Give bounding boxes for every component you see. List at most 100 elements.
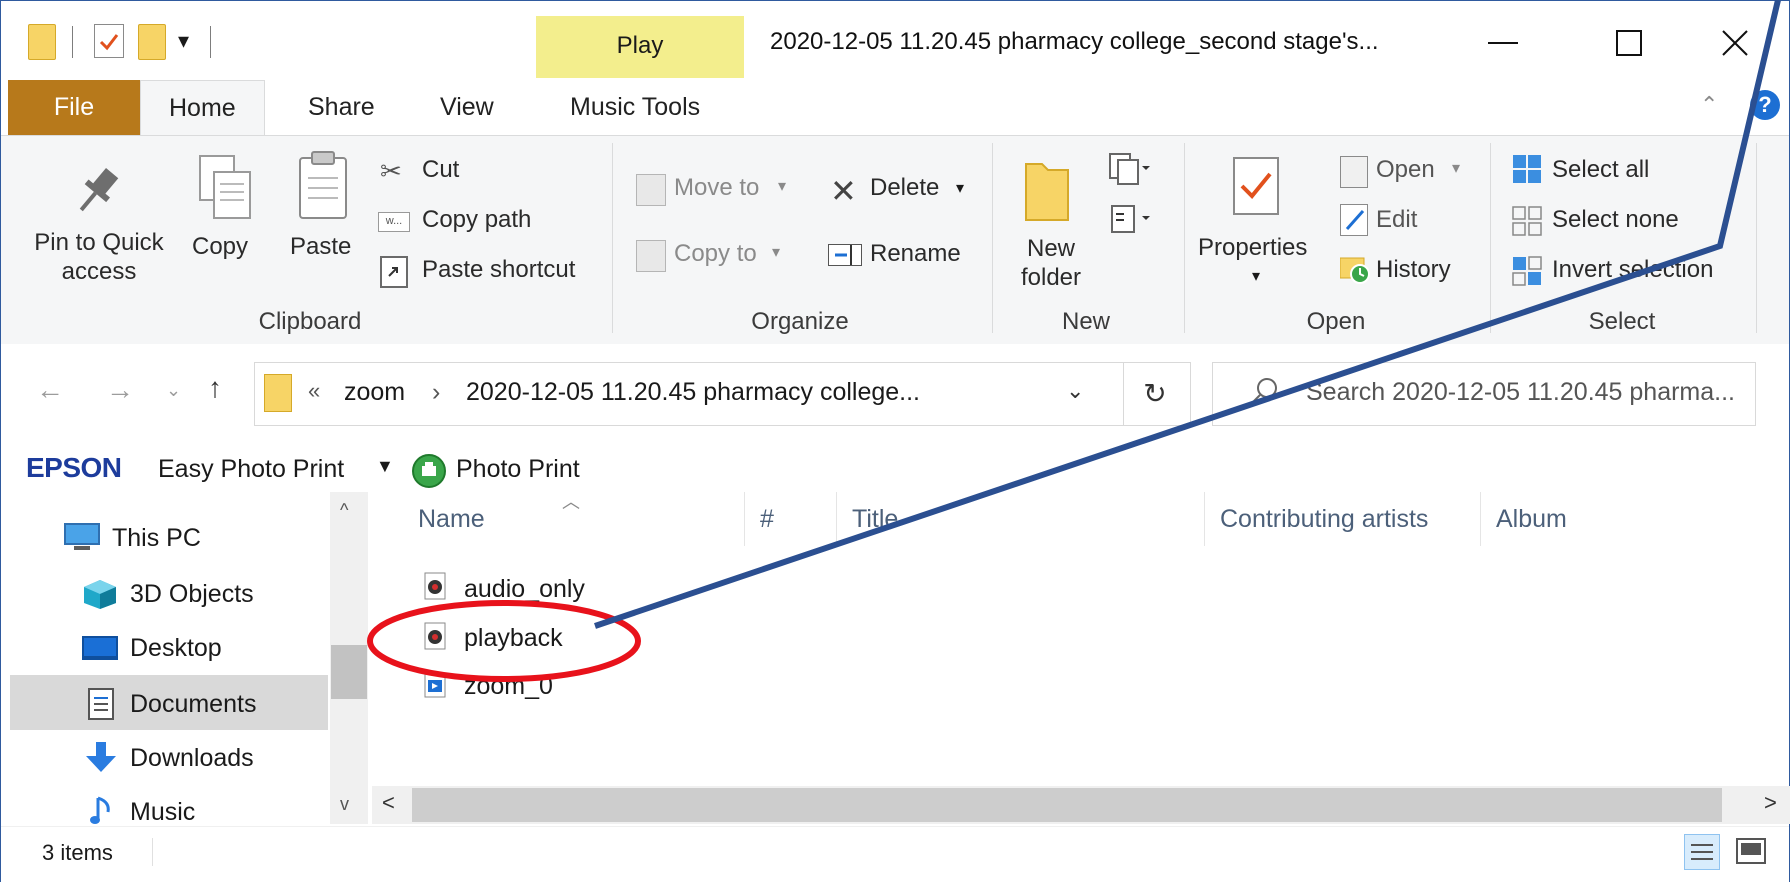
- up-icon[interactable]: ↑: [208, 372, 222, 404]
- music-icon: [90, 794, 114, 826]
- sort-ascending-icon: ︿: [562, 492, 580, 512]
- file-audio-only[interactable]: audio_only: [464, 575, 585, 604]
- open-button[interactable]: Open: [1376, 156, 1435, 184]
- copy-to-dropdown-icon[interactable]: ▾: [772, 242, 780, 262]
- nav-item-downloads[interactable]: Downloads: [130, 744, 254, 773]
- select-none-icon: [1512, 206, 1542, 236]
- select-none-button[interactable]: Select none: [1552, 206, 1679, 234]
- copy-path-icon: w...: [378, 212, 410, 232]
- delete-dropdown-icon[interactable]: ▾: [956, 178, 964, 198]
- column-header-title[interactable]: Title: [852, 505, 898, 534]
- invert-selection-icon: [1512, 256, 1542, 286]
- rename-icon: [828, 243, 862, 267]
- back-icon[interactable]: ←: [36, 374, 64, 406]
- refresh-icon[interactable]: ↻: [1120, 362, 1191, 426]
- scroll-up-icon[interactable]: ^: [340, 500, 348, 521]
- qat-customize-icon[interactable]: ▾: [178, 28, 189, 54]
- delete-button[interactable]: Delete: [870, 174, 939, 202]
- qat-separator: [72, 26, 73, 58]
- audio-file-icon: [424, 622, 446, 650]
- move-to-button[interactable]: Move to: [674, 174, 759, 202]
- paste-icon: [296, 150, 350, 222]
- column-header-album[interactable]: Album: [1496, 505, 1567, 534]
- copy-button[interactable]: Copy: [192, 233, 248, 261]
- scroll-left-icon[interactable]: <: [382, 790, 395, 816]
- column-header-number[interactable]: #: [760, 505, 774, 534]
- organize-group-label: Organize: [751, 308, 849, 335]
- desktop-icon: [82, 634, 118, 664]
- copy-path-button[interactable]: Copy path: [422, 206, 531, 234]
- breadcrumb-separator[interactable]: ›: [432, 378, 440, 407]
- group-separator: [1184, 143, 1185, 333]
- photo-print-button[interactable]: Photo Print: [456, 455, 580, 484]
- properties-button[interactable]: Properties: [1198, 234, 1307, 262]
- rename-button[interactable]: Rename: [870, 240, 961, 268]
- horizontal-scrollbar-thumb[interactable]: [412, 788, 1722, 822]
- recent-locations-icon[interactable]: ⌄: [166, 380, 181, 401]
- tab-home[interactable]: Home: [140, 80, 265, 137]
- move-to-dropdown-icon[interactable]: ▾: [778, 176, 786, 196]
- address-dropdown-icon[interactable]: ⌄: [1066, 378, 1084, 404]
- nav-scrollbar-thumb[interactable]: [331, 645, 367, 699]
- easy-access-icon[interactable]: [1108, 202, 1150, 236]
- minimize-icon[interactable]: [1468, 8, 1538, 78]
- select-all-icon: [1512, 154, 1542, 184]
- paste-shortcut-button[interactable]: Paste shortcut: [422, 256, 575, 284]
- close-icon[interactable]: [1700, 8, 1770, 78]
- tab-view[interactable]: View: [412, 80, 522, 135]
- large-icons-view-icon[interactable]: [1736, 838, 1766, 864]
- column-header-contributing-artists[interactable]: Contributing artists: [1220, 505, 1428, 534]
- new-folder-label-line1: New: [1026, 235, 1075, 262]
- nav-item-this-pc[interactable]: This PC: [112, 524, 201, 553]
- status-bar: [1, 826, 1789, 883]
- new-folder-qat-icon[interactable]: [138, 24, 166, 60]
- invert-selection-button[interactable]: Invert selection: [1552, 256, 1713, 284]
- scroll-right-icon[interactable]: >: [1764, 790, 1777, 816]
- file-zoom-0[interactable]: zoom_0: [464, 672, 553, 701]
- easy-photo-print-dropdown-icon[interactable]: ▼: [376, 456, 394, 477]
- select-all-button[interactable]: Select all: [1552, 156, 1649, 184]
- nav-item-desktop[interactable]: Desktop: [130, 634, 222, 663]
- help-icon[interactable]: ?: [1750, 90, 1780, 120]
- breadcrumb-current-folder[interactable]: 2020-12-05 11.20.45 pharmacy college...: [466, 378, 920, 407]
- address-overflow[interactable]: «: [308, 378, 320, 404]
- file-playback[interactable]: playback: [464, 624, 563, 653]
- tab-share[interactable]: Share: [280, 80, 403, 135]
- copy-to-button[interactable]: Copy to: [674, 240, 757, 268]
- collapse-ribbon-icon[interactable]: ⌃: [1700, 92, 1718, 118]
- breadcrumb-zoom[interactable]: zoom: [344, 378, 405, 407]
- paste-shortcut-icon: [380, 256, 408, 288]
- new-folder-label-line2: folder: [1020, 264, 1082, 291]
- nav-item-music[interactable]: Music: [130, 798, 195, 827]
- properties-dropdown-icon[interactable]: ▾: [1252, 266, 1260, 286]
- new-item-icon[interactable]: [1108, 152, 1150, 186]
- column-header-name[interactable]: Name: [418, 505, 485, 534]
- clipboard-group-label: Clipboard: [258, 308, 362, 335]
- cut-button[interactable]: Cut: [422, 156, 459, 184]
- select-group-label: Select: [1588, 308, 1656, 335]
- nav-item-documents[interactable]: Documents: [130, 690, 256, 719]
- easy-photo-print-button[interactable]: Easy Photo Print: [158, 455, 344, 484]
- edit-button[interactable]: Edit: [1376, 206, 1417, 234]
- folder-icon[interactable]: [28, 24, 56, 60]
- nav-item-3d-objects[interactable]: 3D Objects: [130, 580, 254, 609]
- pin-to-quick-access-button[interactable]: Pin to Quick access: [14, 228, 184, 286]
- tab-music-tools[interactable]: Music Tools: [542, 80, 728, 135]
- documents-icon: [88, 688, 114, 720]
- history-button[interactable]: History: [1376, 256, 1451, 284]
- details-view-icon[interactable]: [1684, 834, 1720, 870]
- maximize-icon[interactable]: [1594, 8, 1664, 78]
- group-separator: [1490, 143, 1491, 333]
- address-folder-icon: [264, 374, 292, 412]
- scroll-down-icon[interactable]: v: [340, 794, 349, 815]
- open-icon: [1340, 156, 1368, 188]
- paste-button[interactable]: Paste: [290, 233, 351, 261]
- open-dropdown-icon[interactable]: ▾: [1452, 158, 1460, 178]
- scissors-icon: ✂: [380, 156, 402, 186]
- tab-file[interactable]: File: [8, 80, 140, 135]
- search-placeholder: Search 2020-12-05 11.20.45 pharma...: [1306, 378, 1735, 406]
- forward-icon[interactable]: →: [106, 374, 134, 406]
- printer-icon: [412, 454, 446, 488]
- new-folder-button[interactable]: New folder: [1006, 234, 1096, 292]
- properties-qat-icon[interactable]: [94, 24, 124, 58]
